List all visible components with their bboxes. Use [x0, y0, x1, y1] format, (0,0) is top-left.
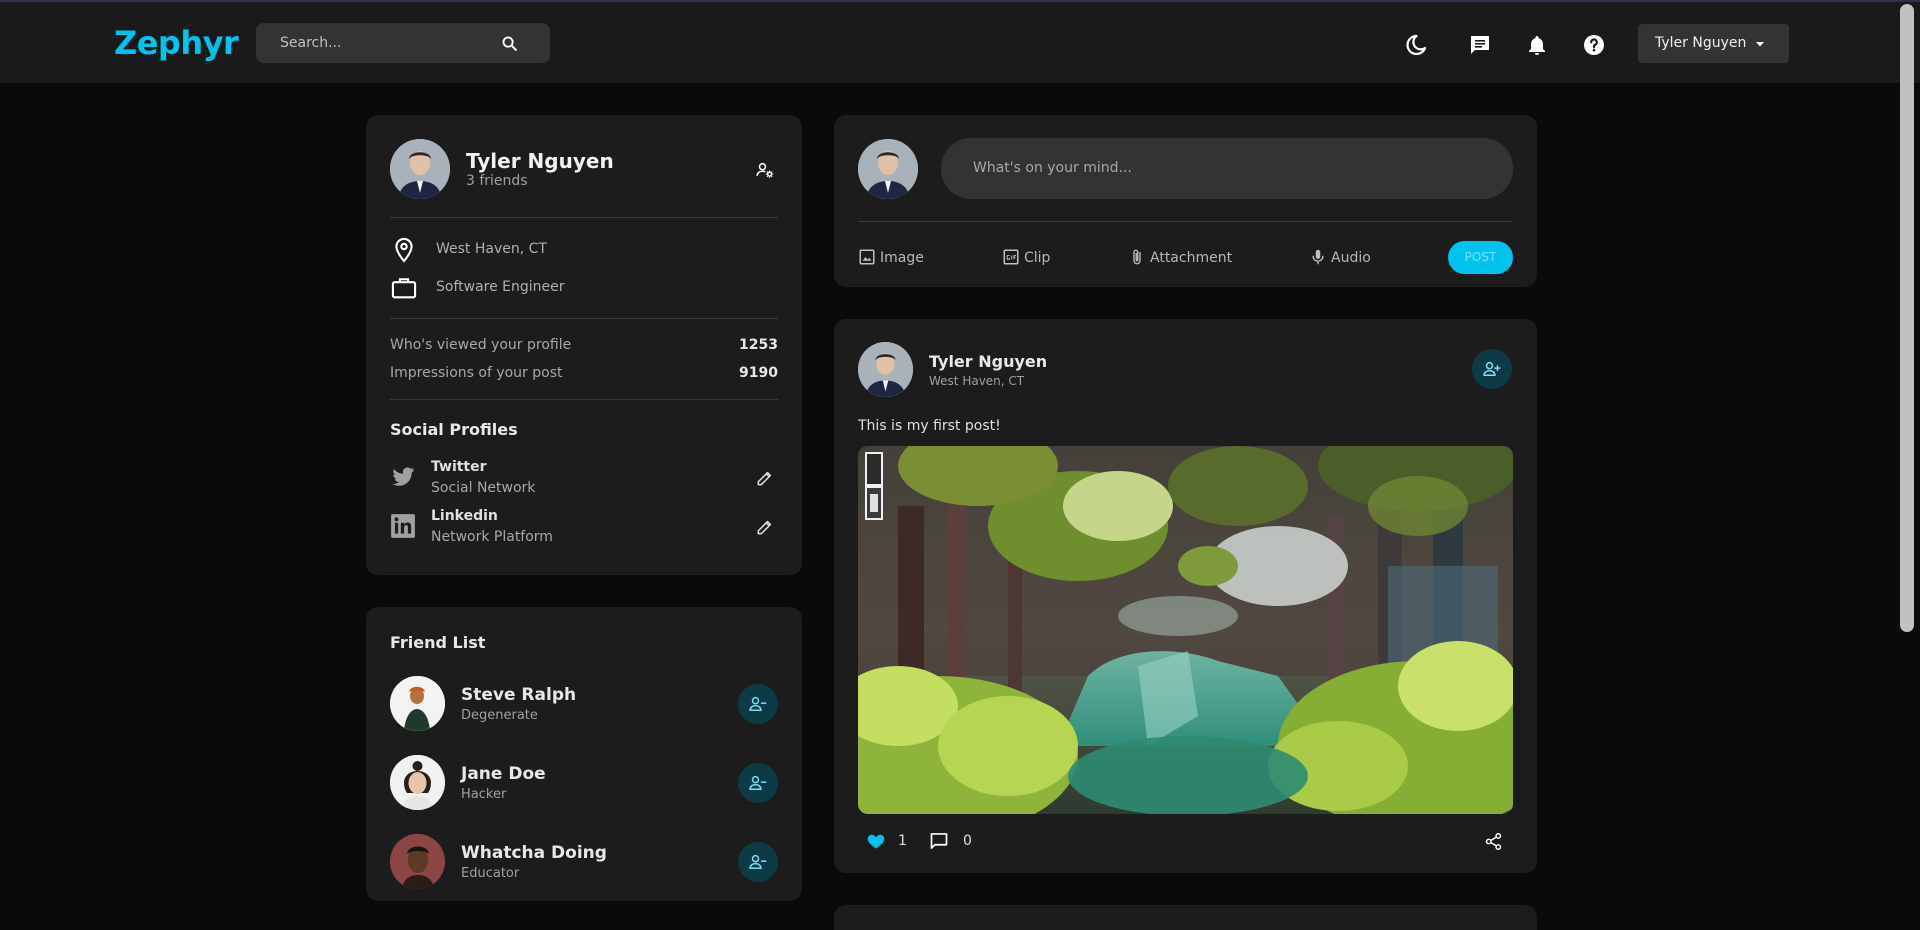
friend-name[interactable]: Jane Doe: [461, 764, 546, 784]
twitter-name[interactable]: Twitter: [431, 459, 487, 475]
friend-avatar[interactable]: [390, 755, 445, 810]
image-icon: [859, 249, 875, 265]
profile-location: West Haven, CT: [436, 241, 547, 257]
comment-count: 0: [963, 833, 972, 849]
user-menu-name: Tyler Nguyen: [1655, 35, 1747, 51]
person-remove-icon: [749, 696, 767, 711]
person-remove-icon: [749, 775, 767, 790]
search-input[interactable]: Search...: [256, 23, 550, 63]
post-body-text: This is my first post!: [858, 418, 1001, 434]
attach-audio-button[interactable]: Audio: [1309, 248, 1379, 268]
person-photo-icon: [390, 676, 445, 731]
friend-list-title: Friend List: [390, 633, 486, 652]
page-scrollbar-thumb[interactable]: [1900, 4, 1914, 632]
work-briefcase-icon: [391, 278, 417, 299]
composer-avatar[interactable]: [858, 139, 918, 199]
post-impressions-value: 9190: [739, 365, 778, 381]
post-author-location: West Haven, CT: [929, 374, 1025, 388]
add-friend-button[interactable]: [1472, 349, 1512, 389]
profile-friend-count: 3 friends: [466, 173, 528, 189]
location-pin-icon: [395, 237, 413, 263]
attach-file-label: Attachment: [1150, 250, 1233, 266]
twitter-icon: [392, 467, 414, 486]
friend-role: Hacker: [461, 787, 507, 802]
profile-name[interactable]: Tyler Nguyen: [466, 149, 614, 173]
share-icon[interactable]: [1484, 832, 1503, 851]
like-heart-icon[interactable]: [866, 831, 886, 851]
twitter-subtitle: Social Network: [431, 480, 536, 496]
friend-role: Educator: [461, 866, 520, 881]
friend-list-card: Friend List Steve Ralph Degenerate Jane …: [366, 607, 802, 901]
person-add-icon: [1483, 361, 1501, 376]
post-author-name[interactable]: Tyler Nguyen: [929, 352, 1047, 371]
post-image[interactable]: [858, 446, 1513, 814]
profile-divider: [390, 399, 778, 400]
post-submit-label: POST: [1464, 250, 1497, 264]
post-input-placeholder: What's on your mind...: [973, 160, 1132, 176]
remove-friend-button[interactable]: [738, 684, 778, 724]
linkedin-subtitle: Network Platform: [431, 529, 553, 545]
person-photo-icon: [858, 342, 913, 397]
profile-avatar[interactable]: [390, 139, 450, 199]
gif-box-icon: [1003, 249, 1019, 265]
dark-mode-moon-icon[interactable]: [1404, 33, 1428, 57]
post-author-avatar[interactable]: [858, 342, 913, 397]
chevron-down-icon: [1756, 42, 1764, 47]
friend-name[interactable]: Steve Ralph: [461, 685, 576, 705]
attach-file-button[interactable]: Attachment: [1128, 248, 1238, 268]
help-icon[interactable]: [1582, 33, 1606, 57]
paperclip-icon: [1133, 249, 1141, 265]
edit-pencil-icon[interactable]: [755, 517, 775, 537]
profile-card: Tyler Nguyen 3 friends West Haven, CT So…: [366, 115, 802, 575]
person-photo-icon: [390, 834, 445, 889]
social-profiles-title: Social Profiles: [390, 420, 518, 439]
search-placeholder: Search...: [280, 35, 342, 51]
linkedin-icon: [391, 514, 415, 538]
person-photo-icon: [858, 139, 918, 199]
messages-icon[interactable]: [1468, 33, 1492, 57]
remove-friend-button[interactable]: [738, 842, 778, 882]
post-composer-card: What's on your mind... Image Clip Attach…: [834, 115, 1537, 287]
person-remove-icon: [749, 854, 767, 869]
like-count: 1: [898, 833, 907, 849]
post-text-input[interactable]: What's on your mind...: [941, 138, 1513, 199]
search-icon[interactable]: [501, 35, 518, 52]
person-photo-icon: [390, 755, 445, 810]
microphone-icon: [1312, 249, 1324, 265]
edit-pencil-icon[interactable]: [755, 468, 775, 488]
friend-role: Degenerate: [461, 708, 538, 723]
user-menu-dropdown[interactable]: Tyler Nguyen: [1638, 24, 1789, 63]
attach-clip-button[interactable]: Clip: [1002, 248, 1062, 268]
comment-icon[interactable]: [929, 831, 949, 851]
person-photo-icon: [390, 139, 450, 199]
notifications-bell-icon[interactable]: [1525, 33, 1549, 57]
app-logo[interactable]: Zephyr: [114, 24, 239, 62]
friend-avatar[interactable]: [390, 834, 445, 889]
profile-divider: [390, 217, 778, 218]
feed-post-card: Tyler Nguyen West Haven, CT This is my f…: [834, 319, 1537, 873]
attach-image-button[interactable]: Image: [858, 248, 938, 268]
attach-audio-label: Audio: [1331, 250, 1371, 266]
friend-avatar[interactable]: [390, 676, 445, 731]
profile-occupation: Software Engineer: [436, 279, 565, 295]
forest-illustration-image: [858, 446, 1513, 814]
feed-post-card-next: [834, 905, 1537, 930]
manage-accounts-icon[interactable]: [755, 160, 775, 180]
linkedin-name[interactable]: Linkedin: [431, 508, 498, 524]
post-submit-button[interactable]: POST: [1448, 241, 1513, 274]
friend-name[interactable]: Whatcha Doing: [461, 843, 607, 863]
profile-divider: [390, 318, 778, 319]
profile-views-label: Who's viewed your profile: [390, 337, 572, 353]
attach-clip-label: Clip: [1024, 250, 1051, 266]
top-navbar: Zephyr Search... Tyler Nguyen: [0, 2, 1920, 83]
composer-divider: [858, 221, 1513, 222]
attach-image-label: Image: [880, 250, 924, 266]
post-impressions-label: Impressions of your post: [390, 365, 563, 381]
profile-views-value: 1253: [739, 337, 778, 353]
remove-friend-button[interactable]: [738, 763, 778, 803]
